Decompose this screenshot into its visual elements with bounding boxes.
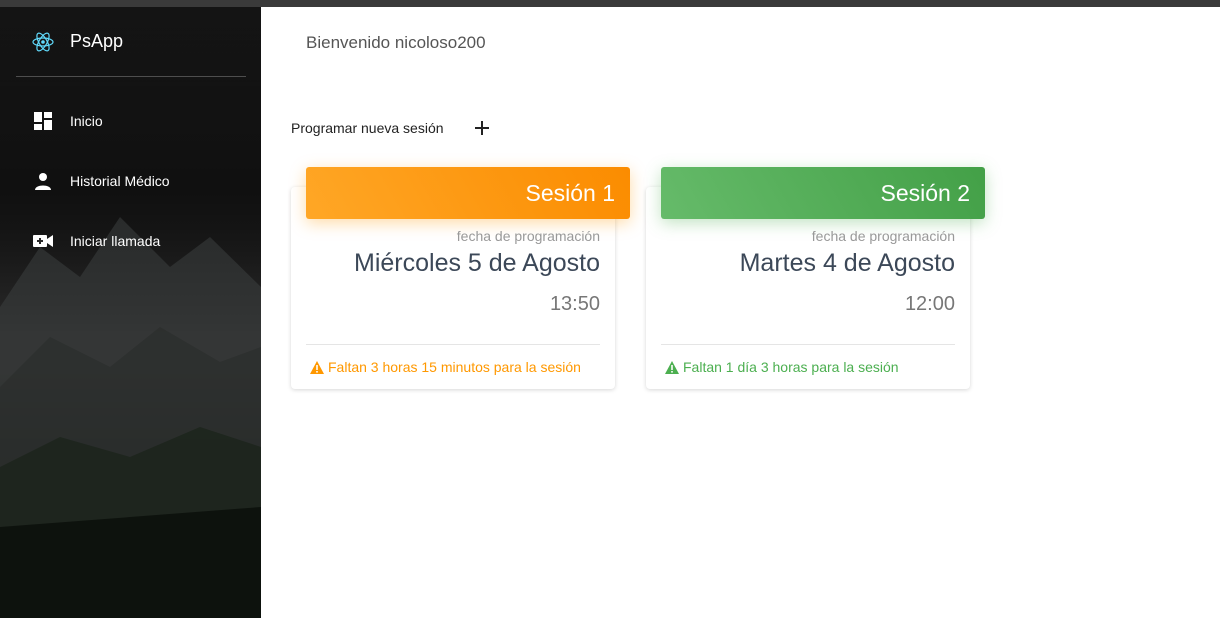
session-title: Sesión 2 xyxy=(880,179,970,206)
window-top-bar xyxy=(0,0,1220,7)
session-countdown-text: Faltan 3 horas 15 minutos para la sesión xyxy=(328,359,581,375)
schedule-session-label: Programar nueva sesión xyxy=(291,120,444,136)
session-card-header: Sesión 2 xyxy=(661,167,985,219)
session-countdown-text: Faltan 1 día 3 horas para la sesión xyxy=(683,359,899,375)
person-icon xyxy=(33,171,53,191)
sidebar-item-label: Inicio xyxy=(70,113,103,129)
warning-icon xyxy=(665,360,679,374)
card-divider xyxy=(306,344,600,345)
sidebar: PsApp Inicio Historial Médico Iniciar ll… xyxy=(0,7,261,618)
session-category: fecha de programación xyxy=(456,228,600,244)
sidebar-item-label: Historial Médico xyxy=(70,173,170,189)
session-card[interactable]: Sesión 1 fecha de programación Miércoles… xyxy=(291,167,630,389)
session-date: Miércoles 5 de Agosto xyxy=(354,249,600,277)
react-atom-icon xyxy=(32,32,54,51)
session-card[interactable]: Sesión 2 fecha de programación Martes 4 … xyxy=(646,167,985,389)
session-date: Martes 4 de Agosto xyxy=(739,249,955,277)
sidebar-item-inicio[interactable]: Inicio xyxy=(0,91,261,151)
sidebar-item-label: Iniciar llamada xyxy=(70,233,161,249)
sidebar-nav: Inicio Historial Médico Iniciar llamada xyxy=(0,91,261,271)
brand[interactable]: PsApp xyxy=(16,7,246,77)
session-countdown: Faltan 3 horas 15 minutos para la sesión xyxy=(310,359,581,375)
session-time: 13:50 xyxy=(549,293,600,315)
session-time: 12:00 xyxy=(904,293,955,315)
video-call-icon xyxy=(33,231,53,251)
dashboard-icon xyxy=(33,111,53,131)
add-icon[interactable] xyxy=(474,120,490,136)
main-content: Bienvenido nicoloso200 Programar nueva s… xyxy=(261,7,1220,618)
app-name: PsApp xyxy=(70,31,124,51)
schedule-session-button[interactable]: Programar nueva sesión xyxy=(291,120,490,136)
sidebar-item-iniciar-llamada[interactable]: Iniciar llamada xyxy=(0,211,261,271)
session-category: fecha de programación xyxy=(811,228,955,244)
welcome-message: Bienvenido nicoloso200 xyxy=(306,33,486,52)
session-title: Sesión 1 xyxy=(525,179,615,206)
session-card-header: Sesión 1 xyxy=(306,167,630,219)
warning-icon xyxy=(310,360,324,374)
session-countdown: Faltan 1 día 3 horas para la sesión xyxy=(665,359,899,375)
sidebar-item-historial-medico[interactable]: Historial Médico xyxy=(0,151,261,211)
card-divider xyxy=(661,344,955,345)
